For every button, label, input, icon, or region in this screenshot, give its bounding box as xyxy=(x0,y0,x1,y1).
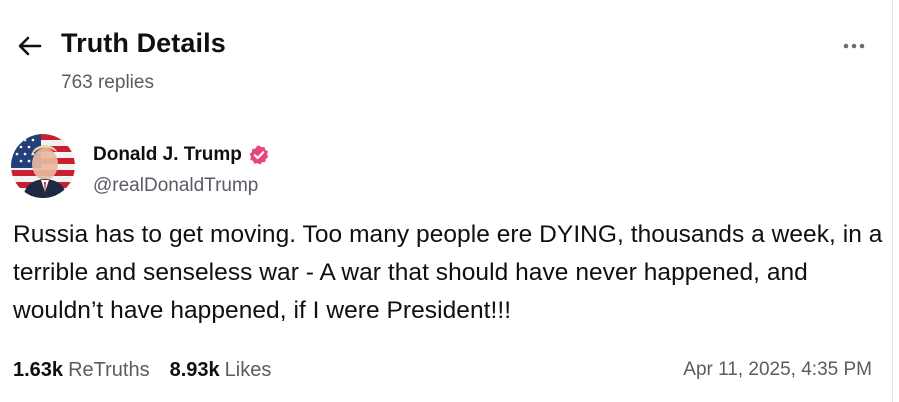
retruths-stat[interactable]: 1.63k ReTruths xyxy=(13,359,150,382)
avatar[interactable] xyxy=(11,134,75,198)
author-name-row: Donald J. Trump xyxy=(93,142,270,168)
likes-count: 8.93k xyxy=(169,358,220,381)
panel-divider xyxy=(892,0,893,402)
likes-label: Likes xyxy=(224,358,272,381)
post-text: Russia has to get moving. Too many peopl… xyxy=(13,221,883,324)
author-handle[interactable]: @realDonaldTrump xyxy=(93,175,258,197)
more-horizontal-icon xyxy=(843,43,865,49)
page-title: Truth Details xyxy=(61,28,226,58)
retruths-count: 1.63k xyxy=(13,358,64,381)
arrow-left-icon xyxy=(18,36,42,56)
retruths-label: ReTruths xyxy=(68,358,150,381)
author-display-name[interactable]: Donald J. Trump xyxy=(93,144,242,166)
verified-badge-icon xyxy=(248,144,270,166)
likes-stat[interactable]: 8.93k Likes xyxy=(170,359,272,382)
avatar-image xyxy=(11,134,75,198)
truth-details-page: Truth Details 763 replies Donald J. Trum… xyxy=(0,0,892,402)
post-timestamp: Apr 11, 2025, 4:35 PM xyxy=(683,359,872,380)
page-header: Truth Details xyxy=(14,26,874,66)
more-options-button[interactable] xyxy=(834,32,874,60)
post-stats: 1.63k ReTruths 8.93k Likes xyxy=(13,356,271,384)
back-button[interactable] xyxy=(14,30,46,62)
reply-count: 763 replies xyxy=(61,72,154,93)
